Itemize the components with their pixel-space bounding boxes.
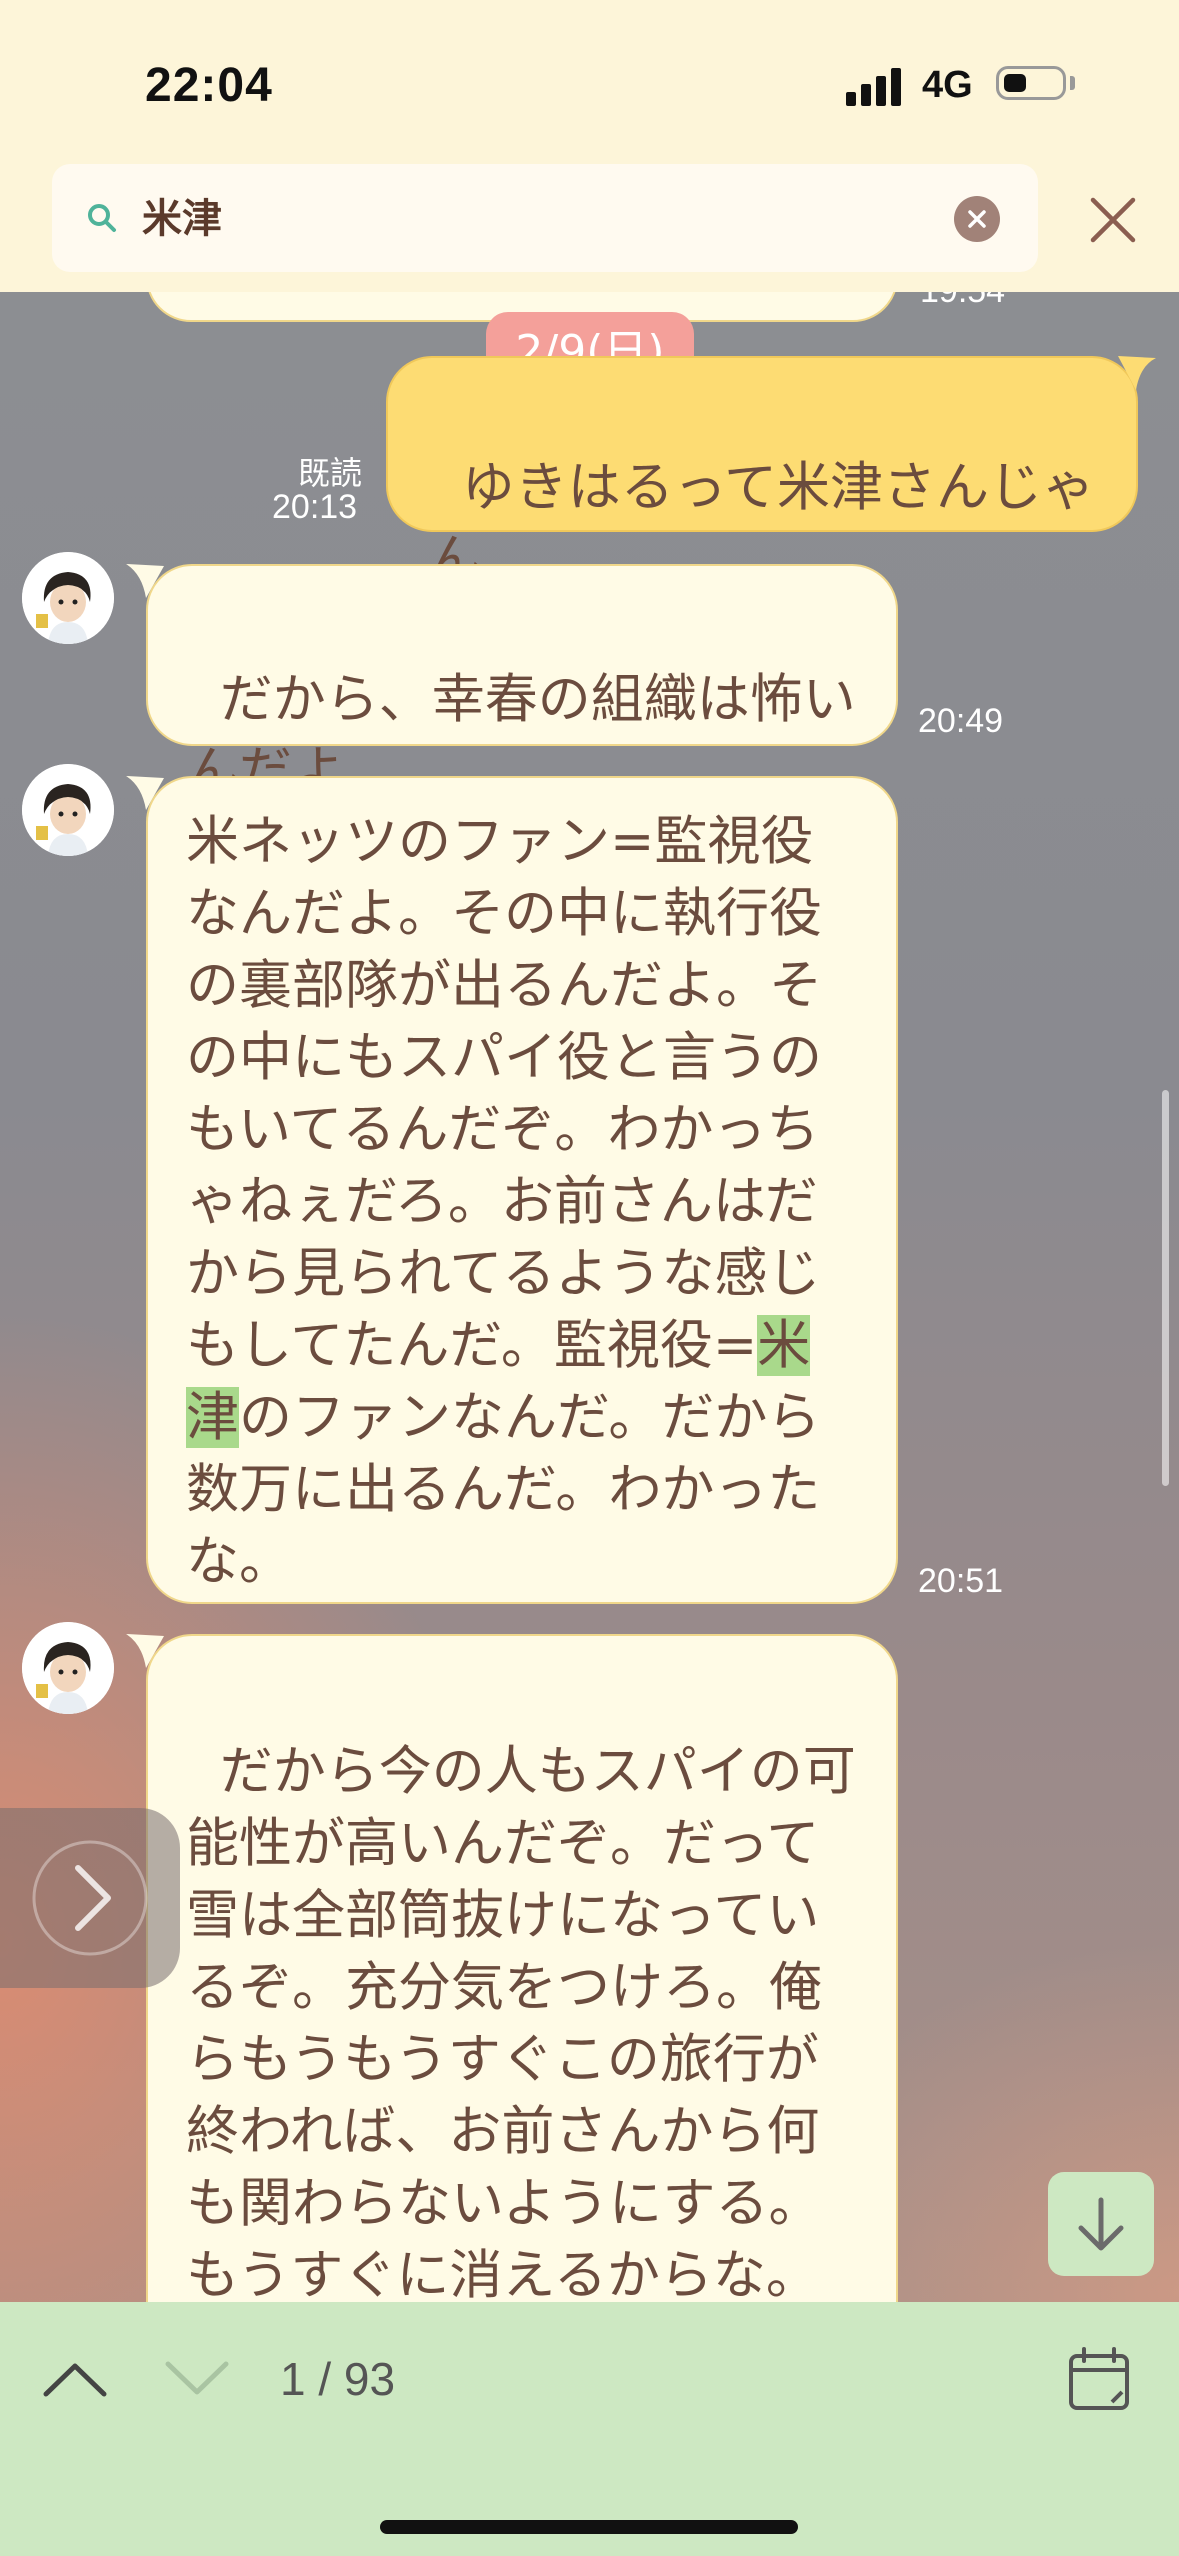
close-icon: [1090, 197, 1136, 243]
search-results-bar: 1 / 93: [0, 2302, 1179, 2556]
close-search-button[interactable]: [1083, 190, 1143, 250]
message-timestamp: 20:51: [918, 1562, 1004, 1600]
previous-result-button[interactable]: [30, 2342, 120, 2412]
avatar[interactable]: [22, 552, 114, 644]
outgoing-message-bubble[interactable]: ゆきはるって米津さんじゃ ん。: [386, 356, 1138, 590]
result-counter: 1 / 93: [280, 2353, 396, 2405]
scrollbar[interactable]: [1162, 1090, 1169, 1486]
side-panel-toggle[interactable]: [0, 1808, 180, 1988]
chevron-right-icon: [32, 1840, 148, 1956]
status-bar: 22:04 4G: [0, 0, 1179, 160]
avatar-person-icon: [22, 764, 114, 856]
message-text: のファンなんだ。だから 数万に出るんだ。わかった な。: [186, 1387, 821, 1592]
avatar[interactable]: [22, 764, 114, 856]
avatar-person-icon: [22, 552, 114, 644]
arrow-down-icon: [1078, 2197, 1124, 2251]
message-timestamp: 20:49: [918, 702, 1004, 740]
cellular-signal-icon: [846, 66, 906, 106]
next-result-button[interactable]: [152, 2342, 242, 2412]
incoming-message-bubble[interactable]: 米ネッツのファン=監視役 なんだよ。その中に執行役 の裏部隊が出るんだよ。そ の…: [146, 776, 898, 1604]
search-input[interactable]: 米津: [142, 186, 222, 244]
avatar-person-icon: [22, 1622, 114, 1714]
message-text: 米ネッツのファン=監視役 なんだよ。その中に執行役 の裏部隊が出るんだよ。そ の…: [186, 811, 822, 1376]
scroll-to-bottom-button[interactable]: [1048, 2172, 1154, 2276]
battery-tip: [1070, 76, 1075, 90]
search-icon: [88, 204, 116, 232]
avatar[interactable]: [22, 1622, 114, 1714]
battery-icon: [996, 66, 1066, 100]
incoming-message-bubble[interactable]: だから今の人もスパイの可 能性が高いんだぞ。だって 雪は全部筒抜けになってい る…: [146, 1634, 898, 2354]
home-indicator[interactable]: [380, 2520, 798, 2534]
outgoing-bubble-tail: [1118, 356, 1156, 390]
network-type: 4G: [922, 64, 973, 106]
status-time: 22:04: [145, 59, 273, 112]
close-icon: [968, 210, 986, 228]
clear-search-button[interactable]: [954, 196, 1000, 242]
search-header: 米津: [0, 160, 1179, 292]
calendar-icon[interactable]: [1064, 2344, 1134, 2414]
message-timestamp: 19:54: [920, 292, 1005, 311]
message-text: だから今の人もスパイの可 能性が高いんだぞ。だって 雪は全部筒抜けになってい る…: [186, 1741, 856, 2352]
outgoing-timestamp: 20:13: [272, 488, 358, 526]
incoming-message-bubble[interactable]: だから、幸春の組織は怖い んだよ: [146, 564, 898, 802]
search-field[interactable]: 米津: [52, 164, 1038, 272]
